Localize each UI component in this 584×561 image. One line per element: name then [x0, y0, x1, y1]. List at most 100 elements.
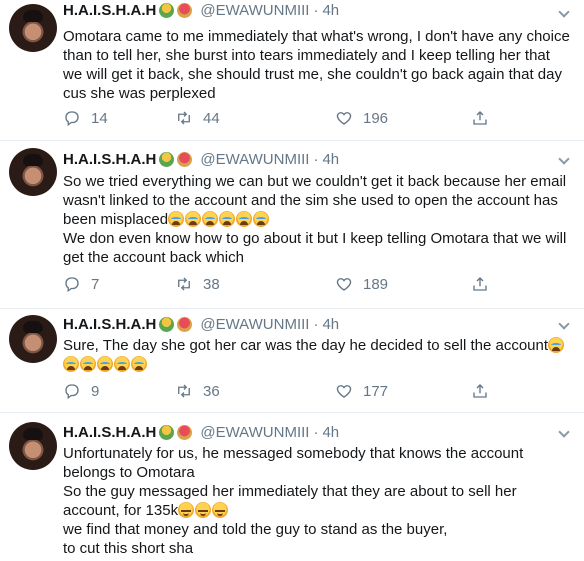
tweet-line: Sure, The day she got her car was the da…	[63, 336, 573, 374]
retweet-count: 36	[203, 382, 220, 400]
avatar[interactable]	[9, 315, 57, 363]
chevron-down-icon[interactable]	[559, 8, 569, 18]
lollipop-emoji-icon	[177, 152, 193, 167]
like-button[interactable]: 177	[335, 382, 388, 400]
tweet-actions: 9 36 177	[63, 382, 493, 404]
tweet-line: we find that money and told the guy to s…	[63, 521, 448, 538]
tweet-line: to cut this short sha	[63, 540, 194, 557]
crying-emoji-icon	[97, 356, 113, 372]
timestamp[interactable]: 4h	[322, 424, 339, 441]
mermaid-emoji-icon	[159, 152, 175, 167]
heart-icon	[336, 278, 352, 291]
crying-emoji-icon	[202, 211, 219, 227]
tweet-text: Omotara came to me immediately that what…	[63, 27, 573, 103]
share-button[interactable]	[471, 382, 489, 400]
crying-emoji-icon	[548, 337, 565, 353]
reply-button[interactable]: 9	[63, 382, 99, 400]
display-name[interactable]: H.A.I.S.H.A.H	[63, 424, 156, 441]
tweet-line: Omotara came to me immediately that what…	[63, 28, 570, 102]
reply-button[interactable]: 7	[63, 275, 99, 293]
tweet-text: Sure, The day she got her car was the da…	[63, 336, 573, 374]
tweet-line: Unfortunately for us, he messaged somebo…	[63, 445, 524, 481]
tweet-line-text: So the guy messaged her immediately that…	[63, 483, 517, 519]
timestamp[interactable]: 4h	[322, 2, 339, 19]
like-count: 196	[363, 109, 389, 127]
tweet-line: We don even know how to go about it but …	[63, 230, 567, 266]
mermaid-emoji-icon	[159, 3, 175, 18]
tweet-text: Unfortunately for us, he messaged somebo…	[63, 444, 573, 558]
unamused-emoji-icon	[195, 502, 212, 518]
tweet-actions: 14 44 196	[63, 109, 493, 131]
tweet[interactable]: H.A.I.S.H.A.H @EWAWUNMIII · 4h So we tri…	[0, 141, 584, 309]
unamused-emoji-icon	[178, 502, 195, 518]
display-name[interactable]: H.A.I.S.H.A.H	[63, 2, 156, 19]
mermaid-emoji-icon	[159, 317, 175, 332]
user-handle[interactable]: @EWAWUNMIII	[200, 2, 309, 19]
crying-emoji-icon	[253, 211, 270, 227]
tweet[interactable]: H.A.I.S.H.A.H @EWAWUNMIII · 4h Omotara c…	[0, 0, 584, 141]
timestamp[interactable]: 4h	[322, 151, 339, 168]
reply-count: 7	[91, 275, 100, 293]
tweet-line: So we tried everything we can but we cou…	[63, 172, 573, 229]
reply-button[interactable]: 14	[63, 109, 108, 127]
separator: ·	[313, 316, 319, 333]
reply-count: 14	[91, 109, 108, 127]
share-icon	[473, 111, 487, 125]
tweet-header: H.A.I.S.H.A.H @EWAWUNMIII · 4h	[63, 2, 339, 19]
crying-emoji-icon	[114, 356, 130, 372]
chevron-down-icon[interactable]	[559, 320, 569, 330]
like-button[interactable]: 196	[335, 109, 388, 127]
timestamp[interactable]: 4h	[322, 316, 339, 333]
crying-emoji-icon	[131, 356, 147, 372]
separator: ·	[313, 424, 319, 441]
tweet-header: H.A.I.S.H.A.H @EWAWUNMIII · 4h	[63, 151, 339, 168]
crying-emoji-icon	[236, 211, 253, 227]
share-icon	[473, 384, 487, 398]
lollipop-emoji-icon	[177, 317, 193, 332]
heart-icon	[336, 112, 352, 125]
retweet-icon	[178, 384, 190, 398]
share-button[interactable]	[471, 109, 489, 127]
retweet-button[interactable]: 38	[175, 275, 220, 293]
mermaid-emoji-icon	[159, 425, 175, 440]
like-count: 189	[363, 275, 389, 293]
share-button[interactable]	[471, 275, 489, 293]
user-handle[interactable]: @EWAWUNMIII	[200, 151, 309, 168]
tweet-line-text: So we tried everything we can but we cou…	[63, 173, 567, 228]
display-name[interactable]: H.A.I.S.H.A.H	[63, 316, 156, 333]
avatar[interactable]	[9, 422, 57, 470]
retweet-button[interactable]: 44	[175, 109, 220, 127]
tweet[interactable]: H.A.I.S.H.A.H @EWAWUNMIII · 4h Sure, The…	[0, 309, 584, 413]
retweet-icon	[178, 277, 190, 291]
avatar[interactable]	[9, 148, 57, 196]
heart-icon	[336, 385, 352, 398]
tweet-line: So the guy messaged her immediately that…	[63, 482, 573, 520]
lollipop-emoji-icon	[177, 3, 193, 18]
reply-icon	[65, 384, 79, 400]
reply-icon	[65, 111, 79, 127]
tweet-header: H.A.I.S.H.A.H @EWAWUNMIII · 4h	[63, 424, 339, 441]
unamused-emoji-icon	[212, 502, 229, 518]
display-name[interactable]: H.A.I.S.H.A.H	[63, 151, 156, 168]
tweet-text: So we tried everything we can but we cou…	[63, 172, 573, 267]
like-button[interactable]: 189	[335, 275, 388, 293]
tweet[interactable]: H.A.I.S.H.A.H @EWAWUNMIII · 4h Unfortuna…	[0, 413, 584, 561]
user-handle[interactable]: @EWAWUNMIII	[200, 316, 309, 333]
crying-emoji-icon	[185, 211, 202, 227]
tweet-line-text: Sure, The day she got her car was the da…	[63, 337, 549, 354]
user-handle[interactable]: @EWAWUNMIII	[200, 424, 309, 441]
reply-icon	[65, 277, 79, 293]
tweet-header: H.A.I.S.H.A.H @EWAWUNMIII · 4h	[63, 316, 339, 333]
separator: ·	[313, 2, 319, 19]
avatar[interactable]	[9, 4, 57, 52]
crying-emoji-icon	[219, 211, 236, 227]
lollipop-emoji-icon	[177, 425, 193, 440]
chevron-down-icon[interactable]	[559, 428, 569, 438]
tweet-actions: 7 38 189	[63, 275, 493, 297]
retweet-icon	[178, 111, 190, 125]
chevron-down-icon[interactable]	[559, 155, 569, 165]
retweet-button[interactable]: 36	[175, 382, 220, 400]
crying-emoji-icon	[63, 356, 79, 372]
like-count: 177	[363, 382, 389, 400]
share-icon	[473, 277, 487, 291]
